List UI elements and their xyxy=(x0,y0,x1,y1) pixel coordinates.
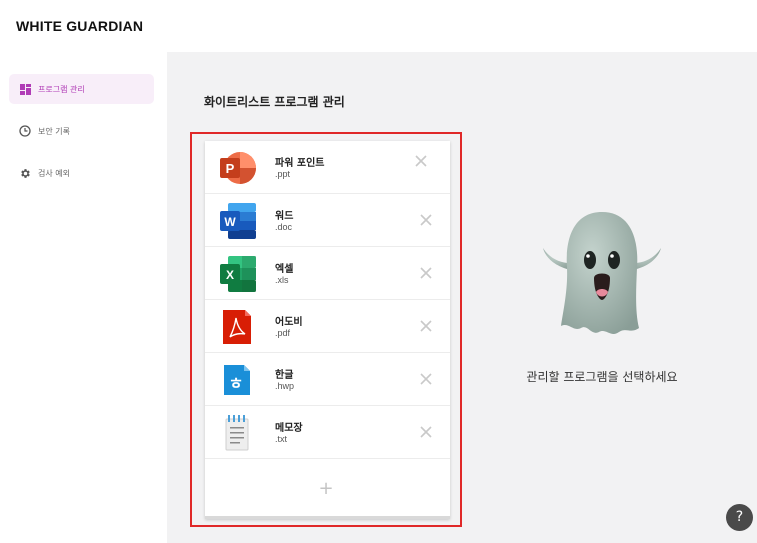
close-icon xyxy=(420,267,432,279)
close-icon xyxy=(415,155,427,167)
remove-button[interactable] xyxy=(418,318,434,334)
remove-button[interactable] xyxy=(418,212,434,228)
empty-state-message: 관리할 프로그램을 선택하세요 xyxy=(526,370,678,384)
help-button[interactable]: ? xyxy=(726,504,753,531)
program-extension: .ppt xyxy=(275,169,291,179)
svg-text:P: P xyxy=(226,161,235,176)
sidebar: 프로그램 관리 보안 기록 검사 예외 xyxy=(0,52,167,543)
program-extension: .hwp xyxy=(275,381,295,391)
program-extension: .txt xyxy=(275,434,288,444)
program-extension: .pdf xyxy=(275,328,291,338)
close-icon xyxy=(420,426,432,438)
program-name: 파워 포인트 xyxy=(275,158,325,169)
gear-icon xyxy=(19,167,31,179)
close-icon xyxy=(420,320,432,332)
powerpoint-icon: P xyxy=(217,150,257,186)
program-name: 어도비 xyxy=(275,317,303,328)
program-list-highlight: P 파워 포인트 .ppt W 워드 .doc X 엑셀 .xls 어도비 .p… xyxy=(190,132,462,527)
remove-button[interactable] xyxy=(413,153,429,169)
word-icon: W xyxy=(217,203,257,239)
list-item[interactable]: W 워드 .doc xyxy=(205,194,450,247)
remove-button[interactable] xyxy=(418,371,434,387)
program-name: 엑셀 xyxy=(275,264,294,275)
sidebar-item-label: 프로그램 관리 xyxy=(38,84,85,94)
close-icon xyxy=(420,214,432,226)
list-item[interactable]: 어도비 .pdf xyxy=(205,300,450,353)
svg-text:W: W xyxy=(224,215,236,229)
page-title: 화이트리스트 프로그램 관리 xyxy=(204,95,345,109)
list-item[interactable]: 메모장 .txt xyxy=(205,406,450,459)
clock-icon xyxy=(19,125,31,137)
hangul-icon: ㅎ xyxy=(217,362,257,398)
list-item[interactable]: ㅎ 한글 .hwp xyxy=(205,353,450,406)
program-name: 메모장 xyxy=(275,423,303,434)
adobe-pdf-icon xyxy=(217,309,257,345)
add-program-button[interactable]: + xyxy=(315,478,337,500)
close-icon xyxy=(420,373,432,385)
svg-text:X: X xyxy=(226,268,234,282)
excel-icon: X xyxy=(217,256,257,292)
svg-text:ㅎ: ㅎ xyxy=(229,374,244,393)
sidebar-item-label: 검사 예외 xyxy=(38,168,70,178)
remove-button[interactable] xyxy=(418,424,434,440)
main-content: 화이트리스트 프로그램 관리 P 파워 포인트 .ppt W 워드 .doc X… xyxy=(167,52,757,543)
sidebar-item-program-management[interactable]: 프로그램 관리 xyxy=(9,74,154,104)
remove-button[interactable] xyxy=(418,265,434,281)
notepad-icon xyxy=(217,415,257,451)
list-item[interactable]: P 파워 포인트 .ppt xyxy=(205,141,450,194)
app-header: WHITE GUARDIAN xyxy=(0,0,757,52)
sidebar-item-scan-exceptions[interactable]: 검사 예외 xyxy=(9,158,154,188)
ghost-illustration xyxy=(541,208,663,348)
sidebar-item-label: 보안 기록 xyxy=(38,126,70,136)
list-item[interactable]: X 엑셀 .xls xyxy=(205,247,450,300)
dashboard-icon xyxy=(19,83,31,95)
app-title: WHITE GUARDIAN xyxy=(16,18,144,34)
program-name: 워드 xyxy=(275,211,294,222)
program-name: 한글 xyxy=(275,370,294,381)
sidebar-item-security-log[interactable]: 보안 기록 xyxy=(9,116,154,146)
program-list: P 파워 포인트 .ppt W 워드 .doc X 엑셀 .xls 어도비 .p… xyxy=(205,141,450,519)
program-extension: .xls xyxy=(275,275,289,285)
program-extension: .doc xyxy=(275,222,293,232)
